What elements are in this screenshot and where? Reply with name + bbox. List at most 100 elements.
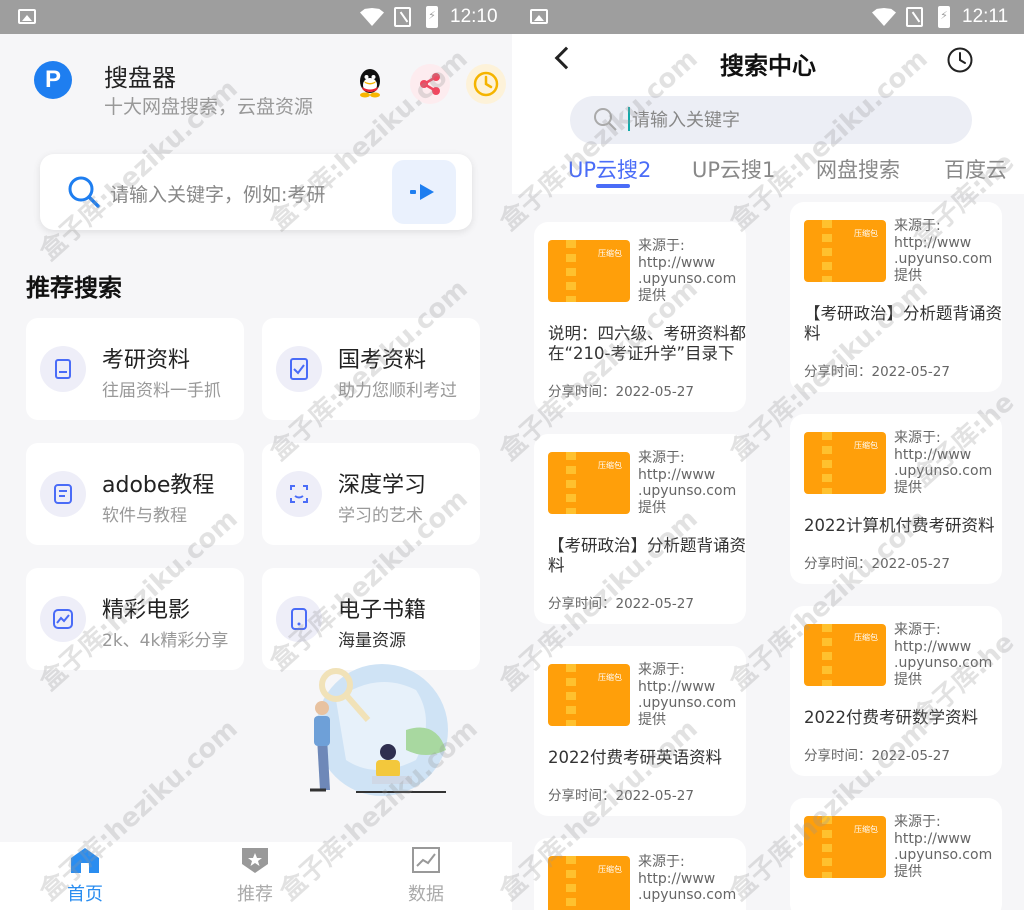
result-title: 【考研政治】分析题背诵资料 bbox=[548, 536, 746, 575]
clipboard-check-icon bbox=[276, 346, 322, 392]
section-title: 推荐搜索 bbox=[26, 274, 122, 302]
result-card[interactable]: 压缩包 来源于: http://www .upyunso.com 提供 【考研政治】分… bbox=[790, 202, 1002, 392]
search-icon bbox=[594, 108, 617, 131]
result-card[interactable]: 压缩包 来源于: http://www .upyunso.com 提供 2022计算机… bbox=[790, 414, 1002, 584]
search-input[interactable]: 请输入关键字 bbox=[632, 106, 740, 132]
result-title: 2022付费考研数学资料 bbox=[804, 708, 978, 727]
nav-label: 推荐 bbox=[237, 884, 273, 905]
app-subtitle: 十大网盘搜索，云盘资源 bbox=[104, 96, 314, 118]
share-time: 分享时间：2022-05-27 bbox=[804, 364, 950, 380]
status-time: 12:10 bbox=[450, 6, 498, 27]
card-subtitle: 软件与教程 bbox=[102, 506, 187, 526]
card-movies[interactable]: 精彩电影 2k、4k精彩分享 bbox=[26, 568, 244, 670]
search-center-screen: 12:11 搜索中心 请输入关键字 UP云搜2 UP云搜1 网盘搜索 百度云 压… bbox=[512, 0, 1024, 910]
zip-file-icon: 压缩包 bbox=[548, 452, 630, 514]
card-adobe[interactable]: adobe教程 软件与教程 bbox=[26, 443, 244, 545]
source-text: 来源于: http://www .upyunso.com 提供 bbox=[894, 430, 993, 496]
tab-baiduyun[interactable]: 百度云 bbox=[944, 154, 1024, 184]
tutorial-icon bbox=[40, 471, 86, 517]
result-title: 【考研政治】分析题背诵资料 bbox=[804, 304, 1002, 343]
result-card[interactable]: 压缩包 来源于: http://www .upyunso.com 提供 2022付费考… bbox=[534, 646, 746, 816]
battery-charging-icon bbox=[938, 6, 950, 28]
card-title: 精彩电影 bbox=[102, 598, 191, 623]
zip-file-icon: 压缩包 bbox=[804, 432, 886, 494]
zip-file-icon: 压缩包 bbox=[804, 220, 886, 282]
zip-file-icon: 压缩包 bbox=[548, 856, 630, 910]
battery-charging-icon bbox=[426, 6, 438, 28]
no-sim-icon bbox=[394, 7, 411, 27]
card-ebooks[interactable]: 电子书籍 海量资源 bbox=[262, 568, 480, 670]
qq-icon[interactable] bbox=[356, 67, 384, 99]
zip-file-icon: 压缩包 bbox=[548, 664, 630, 726]
source-text: 来源于: http://www .upyunso.com 提供 bbox=[638, 450, 737, 516]
card-title: adobe教程 bbox=[102, 473, 215, 498]
nav-home[interactable]: 首页 bbox=[35, 846, 135, 906]
clock-icon[interactable] bbox=[466, 64, 506, 104]
chart-icon bbox=[412, 847, 440, 873]
tablet-icon bbox=[276, 596, 322, 642]
share-time: 分享时间：2022-05-27 bbox=[804, 556, 950, 572]
search-field[interactable]: 请输入关键字 bbox=[570, 96, 972, 144]
zip-file-icon: 压缩包 bbox=[804, 816, 886, 878]
source-text: 来源于: http://www .upyunso.com 提供 bbox=[638, 238, 737, 304]
status-time: 12:11 bbox=[962, 6, 1009, 27]
card-guokao[interactable]: 国考资料 助力您顺利考过 bbox=[262, 318, 480, 420]
share-glyph bbox=[420, 73, 440, 95]
wifi-icon bbox=[360, 8, 384, 26]
zip-file-icon: 压缩包 bbox=[804, 624, 886, 686]
source-text: 来源于: http://www .upyunso.com 提供 bbox=[894, 622, 993, 688]
status-bar: 12:11 bbox=[512, 0, 1024, 34]
card-subtitle: 学习的艺术 bbox=[338, 506, 423, 526]
app-logo: P bbox=[34, 61, 72, 99]
card-subtitle: 往届资料一手抓 bbox=[102, 381, 221, 401]
home-screen: 12:10 P 搜盘器 十大网盘搜索，云盘资源 请输入关键字 bbox=[0, 0, 512, 910]
nav-label: 首页 bbox=[67, 884, 103, 905]
tab-indicator bbox=[596, 184, 630, 188]
tab-upyunsou1[interactable]: UP云搜1 bbox=[692, 154, 775, 184]
nav-recommend[interactable]: 推荐 bbox=[205, 846, 305, 906]
card-subtitle: 助力您顺利考过 bbox=[338, 381, 457, 401]
shield-star-icon bbox=[242, 848, 268, 873]
result-card[interactable]: 压缩包 来源于: http://www .upyunso.com 提供 说明：四六级、… bbox=[534, 222, 746, 412]
wifi-icon bbox=[872, 8, 896, 26]
gallery-icon bbox=[18, 9, 36, 24]
study-illustration bbox=[310, 664, 448, 796]
share-time: 分享时间：2022-05-27 bbox=[804, 748, 950, 764]
result-title: 2022付费考研英语资料 bbox=[548, 748, 722, 767]
share-icon[interactable] bbox=[410, 64, 450, 104]
search-box[interactable]: 请输入关键字，例如:考研 bbox=[40, 154, 472, 230]
result-card[interactable]: 压缩包 来源于: http://www .upyunso.com 提供 【考研政治】分… bbox=[534, 434, 746, 624]
tab-upyunsou2[interactable]: UP云搜2 bbox=[568, 154, 651, 184]
result-card[interactable]: 压缩包 来源于: http://www .upyunso.com 提供 2022付费考… bbox=[790, 606, 1002, 776]
app-name: 搜盘器 bbox=[104, 64, 176, 92]
home-icon bbox=[71, 848, 99, 873]
source-text: 来源于: http://www .upyunso.com 提供 bbox=[894, 218, 993, 284]
share-time: 分享时间：2022-05-27 bbox=[548, 788, 694, 804]
nav-data[interactable]: 数据 bbox=[376, 846, 476, 906]
card-kaoyan[interactable]: 考研资料 往届资料一手抓 bbox=[26, 318, 244, 420]
result-card[interactable]: 压缩包 来源于: http://www .upyunso.com bbox=[534, 838, 746, 910]
text-cursor bbox=[628, 107, 630, 131]
document-icon bbox=[40, 346, 86, 392]
zip-file-icon: 压缩包 bbox=[548, 240, 630, 302]
history-clock-icon[interactable] bbox=[946, 46, 974, 74]
card-subtitle: 2k、4k精彩分享 bbox=[102, 631, 229, 651]
tab-netdisk-search[interactable]: 网盘搜索 bbox=[816, 154, 900, 184]
result-card[interactable]: 压缩包 来源于: http://www .upyunso.com 提供 bbox=[790, 798, 1002, 910]
gallery-icon bbox=[530, 9, 548, 24]
source-text: 来源于: http://www .upyunso.com 提供 bbox=[894, 814, 993, 880]
result-title: 说明：四六级、考研资料都在“210-考证升学”目录下 bbox=[548, 324, 746, 363]
clock-glyph bbox=[473, 71, 499, 97]
bottom-nav: 首页 推荐 数据 bbox=[0, 842, 512, 910]
chart-play-icon bbox=[40, 596, 86, 642]
search-input[interactable]: 请输入关键字，例如:考研 bbox=[110, 180, 325, 207]
card-title: 考研资料 bbox=[102, 348, 191, 373]
arrow-right-icon bbox=[410, 184, 434, 200]
share-time: 分享时间：2022-05-27 bbox=[548, 384, 694, 400]
card-deep-learning[interactable]: 深度学习 学习的艺术 bbox=[262, 443, 480, 545]
search-go-button[interactable] bbox=[392, 160, 456, 224]
no-sim-icon bbox=[906, 7, 923, 27]
card-subtitle: 海量资源 bbox=[338, 631, 406, 651]
card-title: 深度学习 bbox=[338, 473, 427, 498]
search-icon bbox=[68, 176, 100, 208]
